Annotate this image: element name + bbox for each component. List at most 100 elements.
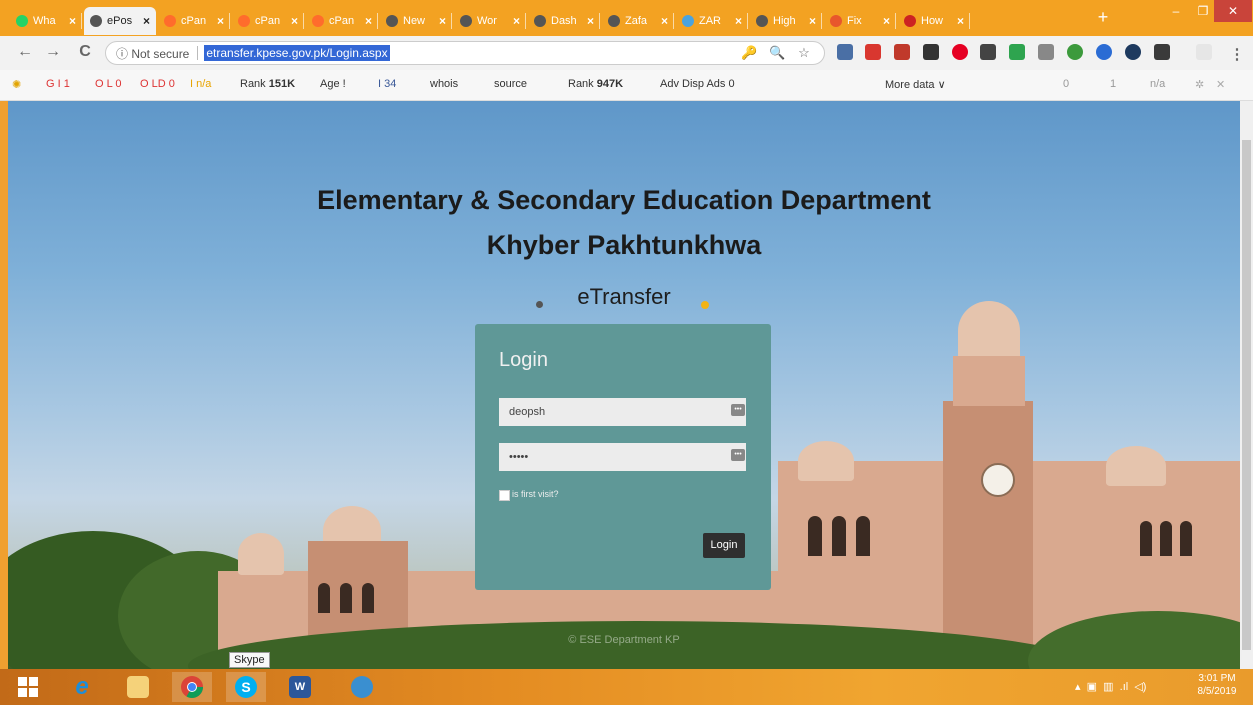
security-indicator[interactable]: ⓘ Not secure (116, 45, 189, 62)
extension-icon[interactable] (1096, 44, 1112, 60)
seo-rank-2[interactable]: Rank 947K (568, 78, 623, 90)
browser-tab[interactable]: How × (898, 7, 970, 35)
reload-button[interactable]: C (74, 41, 96, 63)
extension-icon[interactable] (894, 44, 910, 60)
skype-icon: S (235, 676, 257, 698)
seo-one[interactable]: 1 (1110, 78, 1116, 90)
password-manager-icon[interactable]: ••• (731, 404, 745, 416)
tab-close-icon[interactable]: × (291, 14, 298, 28)
internet-explorer-button[interactable]: e (62, 672, 102, 702)
tab-close-icon[interactable]: × (69, 14, 76, 28)
scrollbar-thumb[interactable] (1242, 140, 1251, 650)
seo-na[interactable]: n/a (1150, 78, 1165, 90)
password-manager-icon[interactable]: ••• (731, 449, 745, 461)
seo-settings-icon[interactable]: ✲ (1195, 78, 1204, 91)
seo-rank[interactable]: Rank 151K (240, 78, 295, 90)
extension-icon[interactable] (837, 44, 853, 60)
tab-close-icon[interactable]: × (661, 14, 668, 28)
key-icon[interactable]: 🔑 (741, 45, 757, 61)
extension-icon[interactable] (1067, 44, 1083, 60)
globe-icon (351, 676, 373, 698)
browser-tab[interactable]: Fix × (824, 7, 896, 35)
extension-icon[interactable] (980, 44, 996, 60)
extension-icon[interactable] (1009, 44, 1025, 60)
address-url[interactable]: etransfer.kpese.gov.pk/Login.aspx (204, 45, 390, 61)
extension-icon[interactable] (1154, 44, 1170, 60)
extension-icon[interactable] (923, 44, 939, 60)
tab-close-icon[interactable]: × (735, 14, 742, 28)
back-button[interactable]: ← (14, 41, 36, 63)
tab-label: cPan (181, 15, 207, 27)
extension-icon[interactable] (1125, 44, 1141, 60)
browser-tab[interactable]: cPan × (232, 7, 304, 35)
folder-icon (127, 676, 149, 698)
seoquake-icon[interactable]: ✺ (12, 78, 21, 91)
first-visit-checkbox[interactable] (499, 490, 510, 501)
tab-label: Wha (33, 15, 56, 27)
extension-icon[interactable] (1038, 44, 1054, 60)
page-title-line-2: Khyber Pakhtunkhwa (486, 230, 762, 260)
skype-button[interactable]: S (226, 672, 266, 702)
tab-close-icon[interactable]: × (217, 14, 224, 28)
seo-facebook[interactable]: I 34 (378, 78, 396, 90)
seo-more-data[interactable]: More data ∨ (885, 78, 946, 91)
system-tray[interactable]: ▴ ▣ ▥ .ıl ◁) (1075, 680, 1146, 693)
window-shape (856, 516, 870, 556)
taskbar-clock[interactable]: 3:01 PM 8/5/2019 (1187, 672, 1247, 698)
seo-ld[interactable]: O LD 0 (140, 78, 175, 90)
browser-tab[interactable]: cPan × (158, 7, 230, 35)
chrome-icon (181, 676, 203, 698)
tab-close-icon[interactable]: × (587, 14, 594, 28)
browser-tab[interactable]: Zafa × (602, 7, 674, 35)
seo-links[interactable]: O L 0 (95, 78, 122, 90)
browser-tab[interactable]: cPan × (306, 7, 378, 35)
forward-button[interactable]: → (42, 41, 64, 63)
username-field[interactable] (499, 398, 746, 426)
word-button[interactable]: W (280, 672, 320, 702)
seo-close-icon[interactable]: ✕ (1216, 78, 1225, 91)
globe-app-button[interactable] (342, 672, 382, 702)
file-explorer-button[interactable] (118, 672, 158, 702)
browser-tab[interactable]: ZAR × (676, 7, 748, 35)
tab-label: How (921, 15, 944, 27)
tab-label: cPan (255, 15, 281, 27)
new-tab-button[interactable]: + (1091, 7, 1115, 28)
browser-tab[interactable]: ePos × (84, 7, 156, 35)
maximize-button[interactable]: ❐ (1190, 0, 1216, 22)
extension-icon[interactable] (865, 44, 881, 60)
seo-whois[interactable]: whois (430, 78, 458, 90)
browser-tab[interactable]: Wha × (10, 7, 82, 35)
browser-tab[interactable]: New × (380, 7, 452, 35)
tab-close-icon[interactable]: × (365, 14, 372, 28)
close-window-button[interactable]: ✕ (1214, 0, 1252, 22)
chrome-button[interactable] (172, 672, 212, 702)
seo-age[interactable]: Age ! (320, 78, 346, 90)
seo-source[interactable]: source (494, 78, 527, 90)
window-shape (832, 516, 846, 556)
tab-label: Dash (551, 15, 577, 27)
tab-close-icon[interactable]: × (883, 14, 890, 28)
start-button[interactable] (8, 672, 48, 702)
bookmark-star-icon[interactable]: ☆ (796, 45, 812, 61)
pinterest-icon[interactable] (952, 44, 968, 60)
dome-shape (238, 533, 284, 575)
login-button[interactable]: Login (703, 533, 745, 558)
browser-tab[interactable]: Wor × (454, 7, 526, 35)
browser-tab[interactable]: Dash × (528, 7, 600, 35)
tab-close-icon[interactable]: × (143, 14, 150, 28)
extension-icon[interactable] (1196, 44, 1212, 60)
seo-link-count[interactable]: 0 (1063, 78, 1069, 90)
browser-tab[interactable]: High × (750, 7, 822, 35)
seo-bing-index[interactable]: I n/a (190, 78, 211, 90)
tab-close-icon[interactable]: × (439, 14, 446, 28)
tab-close-icon[interactable]: × (513, 14, 520, 28)
tab-close-icon[interactable]: × (809, 14, 816, 28)
address-bar[interactable]: ⓘ Not secure etransfer.kpese.gov.pk/Logi… (105, 41, 825, 65)
seo-adv-disp-ads[interactable]: Adv Disp Ads 0 (660, 78, 735, 90)
password-field[interactable] (499, 443, 746, 471)
minimize-button[interactable]: – (1163, 0, 1189, 22)
browser-menu-icon[interactable]: ⋮ (1229, 45, 1245, 63)
tab-close-icon[interactable]: × (957, 14, 964, 28)
zoom-icon[interactable]: 🔍 (769, 45, 785, 61)
seo-google-index[interactable]: G I 1 (46, 78, 70, 90)
